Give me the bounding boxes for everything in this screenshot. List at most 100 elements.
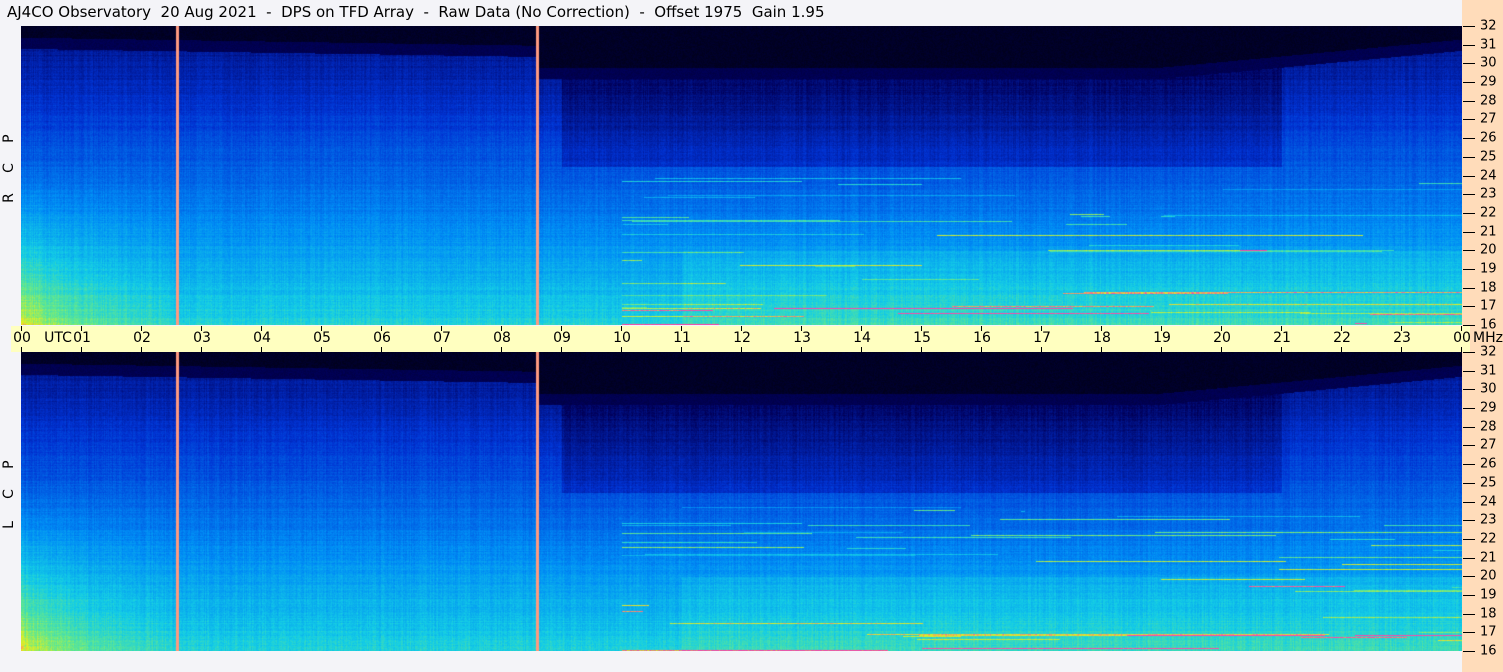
hour-tick [381, 347, 382, 352]
hour-label: 02 [133, 330, 151, 346]
freq-tick [1463, 501, 1475, 503]
freq-label: 16 [1480, 317, 1497, 333]
freq-tick [1463, 100, 1475, 102]
hour-tick [1221, 347, 1222, 352]
hour-tick [1161, 347, 1162, 352]
freq-tick [1463, 408, 1475, 410]
freq-tick [1463, 632, 1475, 634]
hour-label: 19 [1153, 330, 1171, 346]
freq-label: 20 [1480, 568, 1497, 584]
freq-label: 19 [1480, 587, 1497, 603]
freq-tick [1463, 594, 1475, 596]
hour-tick [1461, 347, 1462, 352]
freq-label: 24 [1480, 494, 1497, 509]
hour-label: 21 [1273, 330, 1291, 346]
hour-label: 10 [613, 330, 631, 346]
freq-label: 16 [1480, 643, 1497, 659]
freq-tick [1463, 26, 1475, 27]
hour-tick [801, 347, 802, 352]
hour-tick [621, 347, 622, 352]
rcp-label: P C R [0, 134, 17, 203]
hour-tick [1281, 347, 1282, 352]
freq-tick [1463, 389, 1475, 391]
freq-label: 17 [1480, 624, 1497, 640]
freq-label: 26 [1480, 130, 1497, 146]
hour-tick [681, 347, 682, 352]
hour-tick [1401, 347, 1402, 352]
freq-label: 21 [1480, 224, 1497, 240]
time-axis: 00 01 02 03 04 05 06 07 08 09 10 11 12 13 14 15 16 17 18 19… [11, 326, 1503, 352]
hour-label: 00 [1453, 330, 1471, 346]
hour-tick [861, 347, 862, 352]
freq-tick [1463, 82, 1475, 84]
freq-tick [1463, 212, 1475, 214]
freq-label: 25 [1480, 149, 1497, 165]
hour-tick [921, 347, 922, 352]
freq-tick [1463, 426, 1475, 428]
freq-label: 31 [1480, 363, 1497, 379]
hour-label: 13 [793, 330, 811, 346]
hour-label: 00 [13, 330, 31, 346]
freq-label: 21 [1480, 550, 1497, 566]
freq-tick [1463, 651, 1475, 652]
freq-tick [1463, 138, 1475, 140]
hour-label: 09 [553, 330, 571, 346]
freq-tick [1463, 250, 1475, 252]
hour-label: 23 [1393, 330, 1411, 346]
hour-label: 06 [373, 330, 391, 346]
freq-tick [1463, 268, 1475, 270]
freq-label: 22 [1480, 531, 1497, 547]
chart-title: AJ4CO Observatory 20 Aug 2021 - DPS on T… [7, 3, 825, 21]
freq-label: 17 [1480, 298, 1497, 314]
freq-tick [1463, 613, 1475, 615]
freq-tick [1463, 175, 1475, 177]
hour-tick [501, 347, 502, 352]
freq-label: 32 [1480, 344, 1497, 360]
freq-label: 23 [1480, 186, 1497, 202]
hour-tick [321, 347, 322, 352]
freq-tick [1463, 194, 1475, 196]
freq-tick [1463, 370, 1475, 372]
freq-label: 29 [1480, 400, 1497, 416]
freq-label: 28 [1480, 93, 1497, 109]
hour-label: 18 [1093, 330, 1111, 346]
freq-label: 22 [1480, 205, 1497, 221]
hour-label: 12 [733, 330, 751, 346]
freq-tick [1463, 63, 1475, 65]
hour-label: 11 [673, 330, 691, 346]
freq-label: 28 [1480, 419, 1497, 435]
freq-tick [1463, 538, 1475, 540]
freq-label: 18 [1480, 606, 1497, 622]
freq-label: 30 [1480, 381, 1497, 397]
freq-label: 20 [1480, 242, 1497, 258]
freq-tick [1463, 306, 1475, 308]
freq-tick [1463, 287, 1475, 289]
hour-label: 17 [1033, 330, 1051, 346]
lcp-spectrogram [21, 352, 1462, 651]
freq-tick [1463, 325, 1475, 326]
freq-tick [1463, 231, 1475, 233]
hour-tick [1101, 347, 1102, 352]
freq-label: 29 [1480, 74, 1497, 90]
freq-label: 30 [1480, 55, 1497, 71]
hour-tick [141, 347, 142, 352]
hour-tick [441, 347, 442, 352]
lcp-label: P C L [0, 460, 17, 529]
hour-tick [81, 347, 82, 352]
time-unit-label: UTC [44, 330, 72, 346]
freq-tick [1463, 44, 1475, 46]
hour-label: 22 [1333, 330, 1351, 346]
freq-label: 32 [1480, 18, 1497, 34]
freq-label: 23 [1480, 512, 1497, 528]
hour-label: 01 [73, 330, 91, 346]
freq-label: 24 [1480, 168, 1497, 183]
freq-label: 27 [1480, 437, 1497, 453]
hour-label: 03 [193, 330, 211, 346]
hour-tick [201, 347, 202, 352]
hour-label: 14 [853, 330, 871, 346]
hour-tick [1041, 347, 1042, 352]
freq-label: 31 [1480, 37, 1497, 53]
hour-label: 05 [313, 330, 331, 346]
freq-tick [1463, 352, 1475, 353]
hour-label: 16 [973, 330, 991, 346]
